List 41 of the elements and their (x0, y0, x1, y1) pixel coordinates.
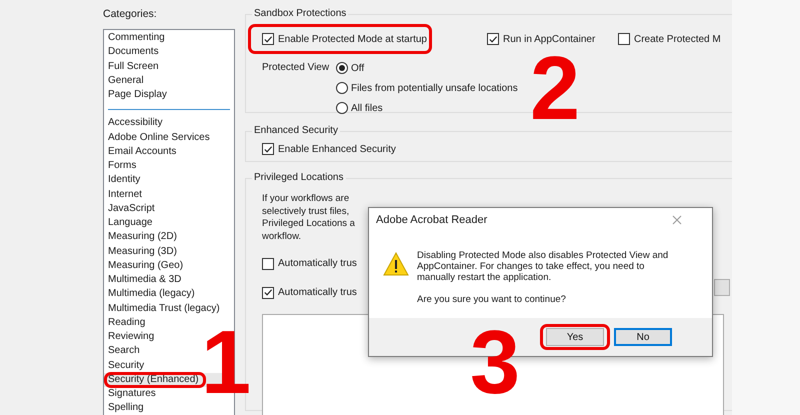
category-item[interactable]: Adobe Online Services (104, 130, 234, 145)
radio-option[interactable]: Files from potentially unsafe locations (336, 81, 518, 95)
checkbox[interactable]: Create Protected M (618, 32, 721, 46)
category-item[interactable]: Internet (104, 188, 234, 202)
category-item[interactable]: Documents (104, 45, 234, 60)
checkbox[interactable]: Enable Enhanced Security (262, 142, 396, 156)
category-item[interactable]: JavaScript (104, 202, 234, 216)
dialog-message: Disabling Protected Mode also disables Protected View and AppContainer. For changes to take effect, you need to manually restart the application. (417, 250, 670, 283)
category-item[interactable]: Full Screen (104, 60, 234, 74)
category-item[interactable]: Commenting (104, 31, 234, 46)
categories-label: Categories: (103, 7, 158, 21)
radio-option[interactable]: Off (336, 61, 518, 75)
category-item[interactable]: Language (104, 216, 234, 230)
dialog-title: Adobe Acrobat Reader (376, 214, 488, 226)
category-item[interactable]: Measuring (3D) (104, 244, 234, 259)
group-title: Privileged Locations (253, 171, 344, 185)
checkbox[interactable]: Automatically trus (262, 256, 357, 271)
dialog-button[interactable]: No (614, 328, 672, 346)
step-number: 3 (470, 318, 520, 408)
category-item[interactable]: Accessibility (104, 116, 234, 130)
dialog-button[interactable]: Yes (546, 328, 604, 346)
dialog-question: Are you sure you want to continue? (417, 294, 567, 305)
checkbox[interactable]: Run in AppContainer (487, 32, 596, 46)
group-title: Enhanced Security (253, 124, 339, 138)
category-item[interactable]: Multimedia & 3D (104, 273, 234, 288)
category-item[interactable]: Forms (104, 159, 234, 174)
checkbox[interactable]: Enable Protected Mode at startup (262, 32, 427, 46)
category-item[interactable]: Measuring (Geo) (104, 258, 234, 273)
description-text: If your workflows are selectively trust files, Privileged Locations a workflow. (262, 193, 355, 244)
radio-option[interactable]: All files (336, 101, 518, 115)
category-item[interactable]: Identity (104, 173, 234, 188)
category-item[interactable]: Page Display (104, 88, 234, 102)
group-title: Sandbox Protections (253, 7, 348, 21)
category-item[interactable]: Multimedia Trust (legacy) (104, 302, 234, 316)
category-item[interactable]: Measuring (2D) (104, 230, 234, 244)
step-number: 2 (530, 44, 580, 134)
protected-view-label: Protected View (262, 61, 330, 75)
category-item[interactable]: Multimedia (legacy) (104, 287, 234, 302)
checkbox[interactable]: Automatically trus (262, 286, 357, 300)
category-item[interactable]: Email Accounts (104, 144, 234, 159)
category-item[interactable]: General (104, 74, 234, 88)
